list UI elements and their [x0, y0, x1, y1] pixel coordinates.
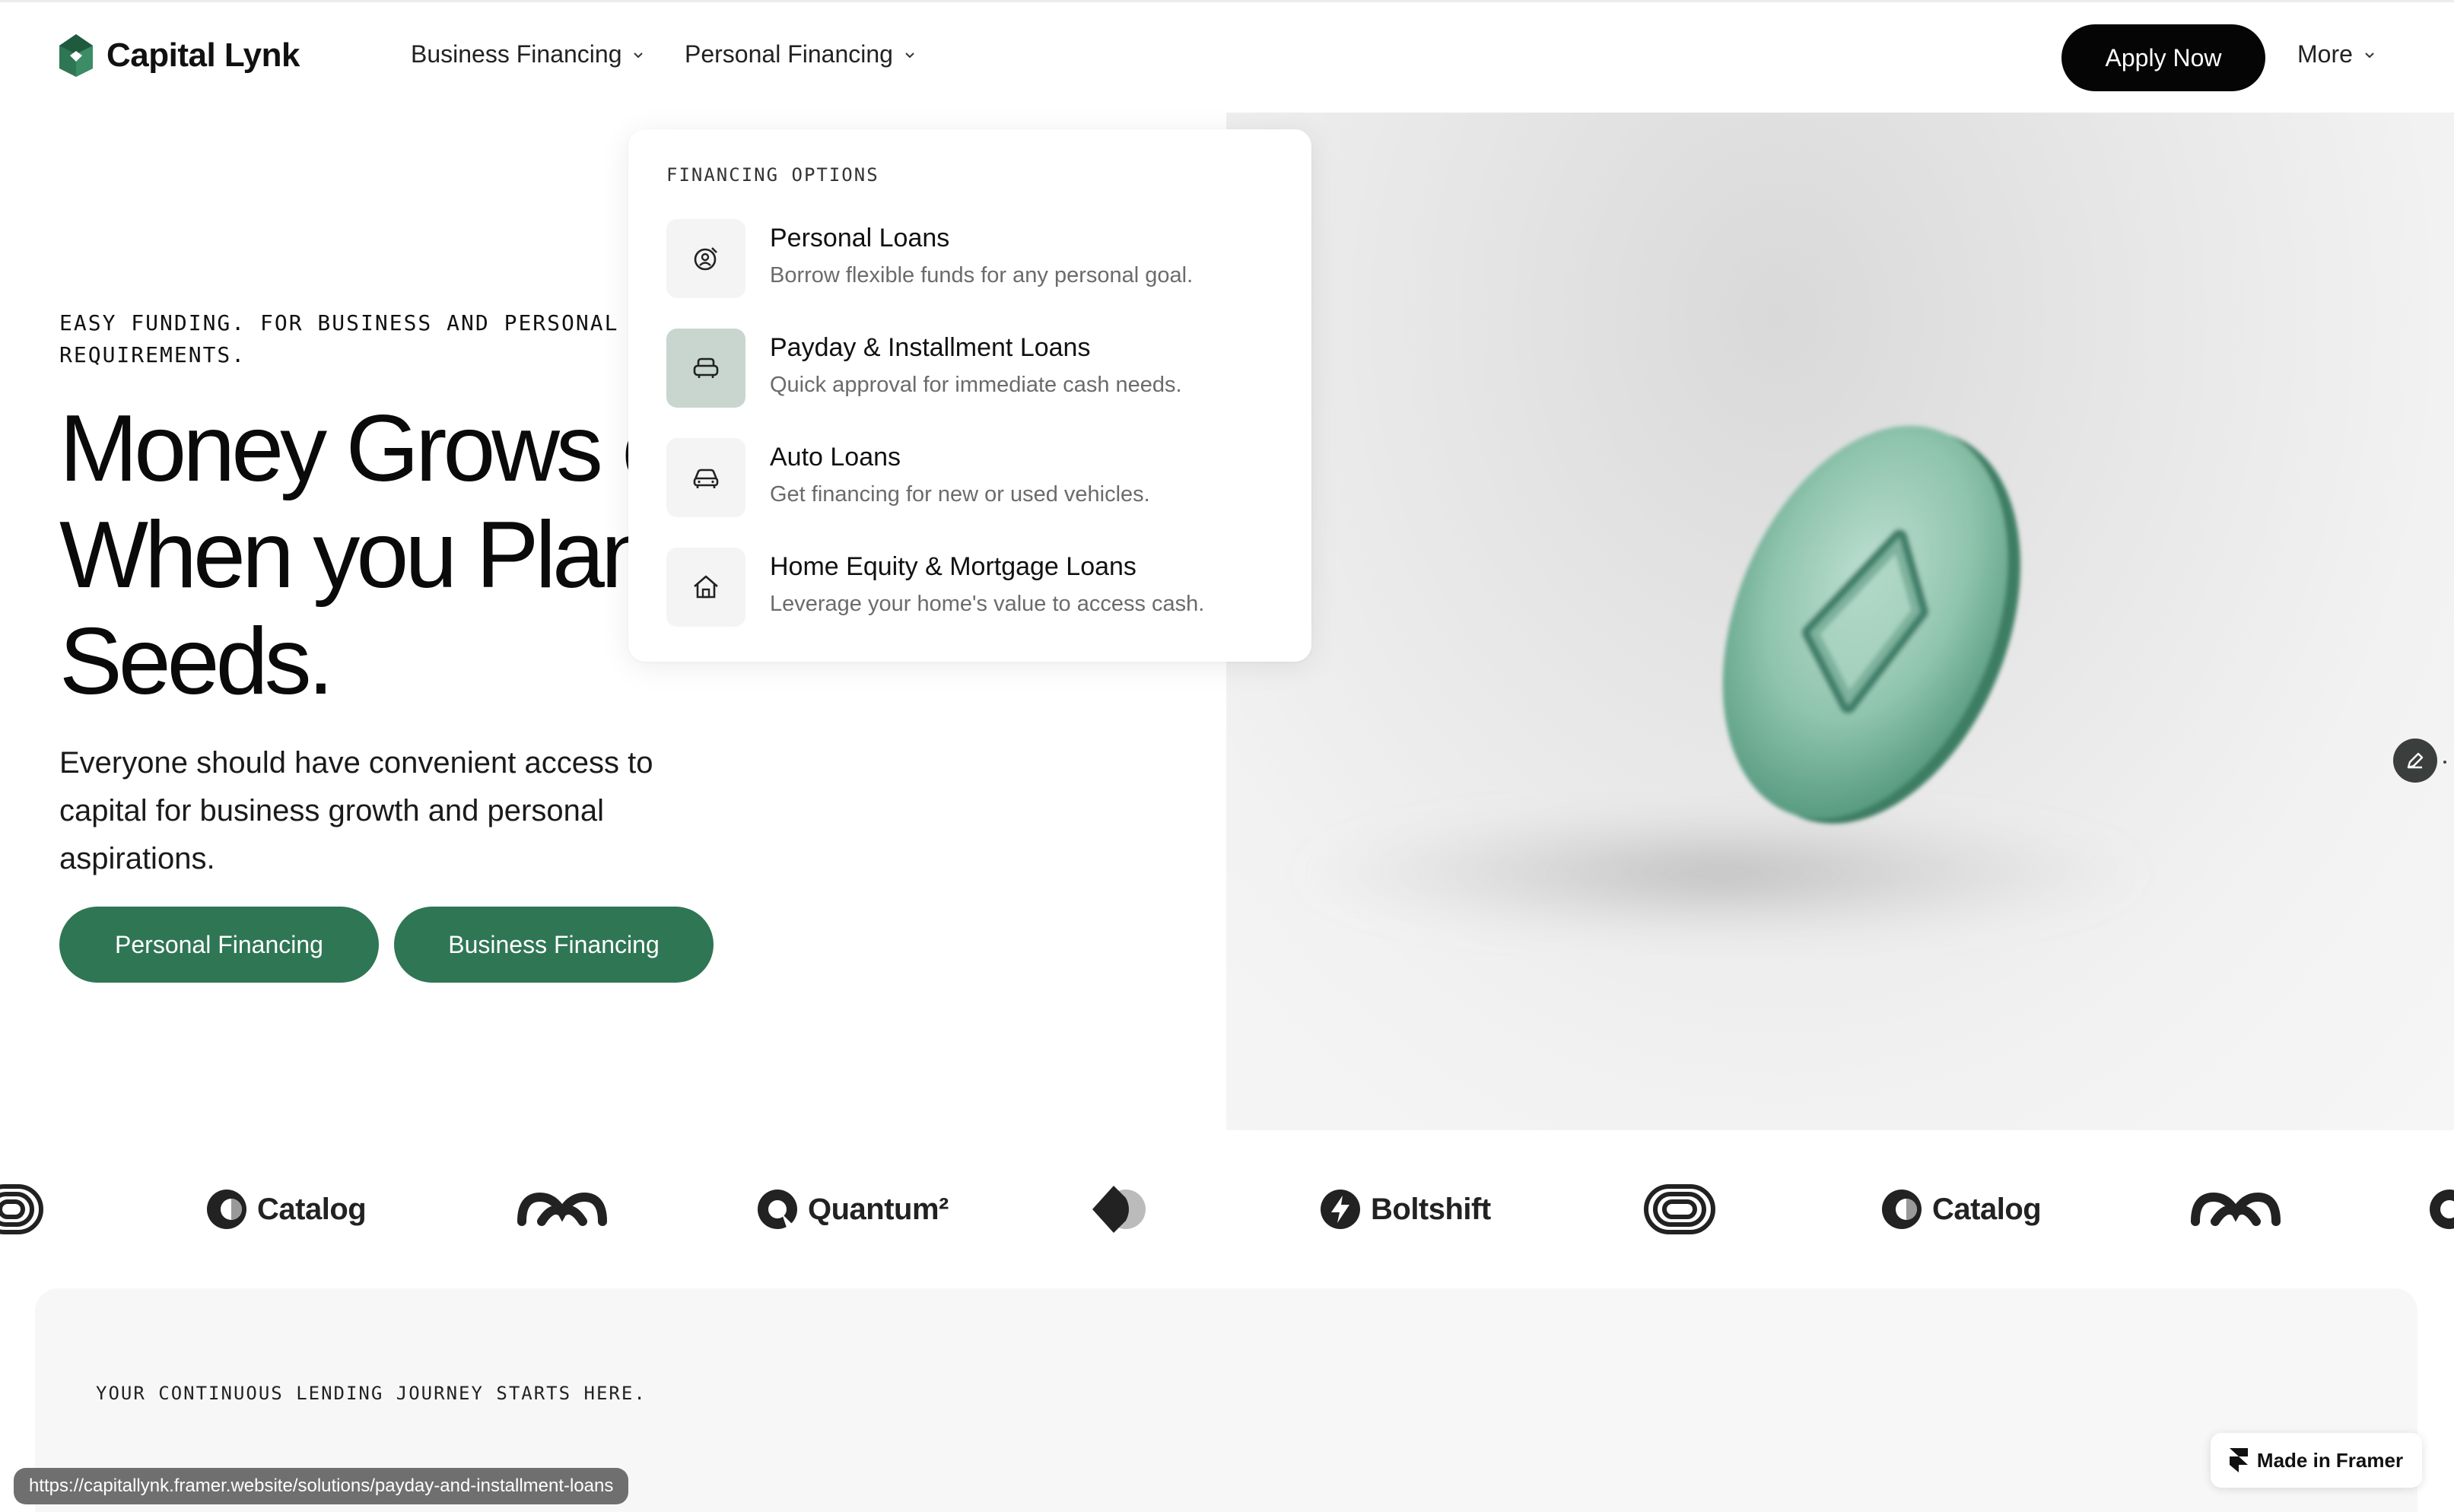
home-icon [694, 575, 718, 599]
bolt-logo-icon [1321, 1190, 1360, 1229]
dropdown-item-title: Auto Loans [770, 443, 901, 472]
dropdown-heading: FINANCING OPTIONS [666, 164, 879, 186]
dropdown-item-title: Payday & Installment Loans [770, 333, 1091, 362]
framer-badge-label: Made in Framer [2256, 1448, 2404, 1472]
partner-logo-boltshift: Boltshift [1319, 1164, 1491, 1255]
dropdown-item-personal-loans[interactable]: Personal Loans Borrow flexible funds for… [666, 216, 1275, 300]
brand-name: Capital Lynk [106, 37, 300, 74]
chevron-down-icon [905, 52, 914, 58]
dropdown-item-subtitle: Quick approval for immediate cash needs. [770, 373, 1182, 397]
partner-logo [2428, 1164, 2454, 1255]
partner-logo-catalog: Catalog [1880, 1164, 2042, 1255]
dropdown-item-title: Personal Loans [770, 224, 950, 253]
infinity-links-logo-icon [2191, 1192, 2281, 1226]
quantum-logo-icon [2430, 1190, 2454, 1229]
dropdown-item-icon-box [666, 548, 745, 627]
dropdown-item-title: Home Equity & Mortgage Loans [770, 552, 1136, 581]
nav-personal-financing-label: Personal Financing [685, 40, 893, 68]
partner-logo-strip: Catalog Quantum² Boltshift Catalog [0, 1164, 2454, 1255]
armchair-icon [693, 357, 719, 378]
partner-logo [1642, 1164, 1718, 1255]
target-user-icon [694, 247, 717, 271]
nav-personal-financing[interactable]: Personal Financing [685, 40, 917, 68]
partner-logo [2188, 1164, 2284, 1255]
status-url-preview: https://capitallynk.framer.website/solut… [14, 1468, 629, 1504]
dropdown-item-auto-loans[interactable]: Auto Loans Get financing for new or used… [666, 435, 1275, 519]
car-icon [693, 469, 719, 488]
partner-logo-quantum: Quantum² [756, 1164, 949, 1255]
partner-logo [514, 1164, 610, 1255]
nav-more-label: More [2297, 40, 2353, 68]
dropdown-item-icon-box [666, 438, 745, 517]
hero-title-line-1: Money Grows on [59, 396, 637, 501]
dropdown-item-payday-installment-loans[interactable]: Payday & Installment Loans Quick approva… [666, 326, 1275, 409]
hero-eyebrow: EASY FUNDING. FOR BUSINESS AND PERSONAL … [59, 310, 619, 367]
quantum-logo-icon [758, 1190, 797, 1229]
hero-title-line-2: When you Plant [59, 503, 637, 608]
chevron-down-icon [2365, 52, 2374, 58]
concentric-loop-logo-icon [0, 1184, 43, 1234]
hero-title: Money Grows on When you Plant Seeds. [59, 395, 637, 715]
hero-description: Everyone should have convenient access t… [59, 746, 653, 875]
dropdown-item-subtitle: Get financing for new or used vehicles. [770, 482, 1150, 507]
overlapping-circles-logo-icon [1092, 1186, 1146, 1233]
infinity-links-logo-icon [517, 1192, 607, 1226]
green-coin-illustration [1295, 425, 2147, 942]
nav-business-financing[interactable]: Business Financing [411, 40, 646, 68]
partner-logo [1088, 1164, 1153, 1255]
dropdown-item-icon-box [666, 219, 745, 298]
catalog-logo-icon [207, 1190, 246, 1229]
partner-name: Catalog [1932, 1192, 2042, 1226]
nav-more[interactable]: More [2297, 40, 2377, 68]
dropdown-item-icon-box [666, 329, 745, 408]
partner-name: Catalog [257, 1192, 367, 1226]
partner-name: Quantum² [808, 1192, 949, 1226]
chevron-down-icon [634, 52, 644, 58]
dropdown-item-subtitle: Leverage your home's value to access cas… [770, 592, 1205, 616]
hero-title-line-3: Seeds. [59, 609, 334, 714]
brand-logo-link[interactable]: Capital Lynk [58, 33, 300, 78]
handle-dot [2443, 761, 2446, 764]
edit-button[interactable] [2393, 739, 2437, 783]
hero-coin-image [1226, 113, 2454, 1130]
personal-financing-button[interactable]: Personal Financing [59, 907, 379, 983]
framer-logo-icon [2229, 1448, 2248, 1472]
top-navigation: Capital Lynk Business Financing Personal… [0, 2, 2454, 112]
pencil-icon [2407, 752, 2424, 769]
partner-logo [0, 1164, 46, 1255]
made-in-framer-badge[interactable]: Made in Framer [2211, 1433, 2422, 1488]
dropdown-item-home-equity-mortgage-loans[interactable]: Home Equity & Mortgage Loans Leverage yo… [666, 545, 1275, 628]
capital-lynk-logo-icon [59, 34, 93, 77]
business-financing-button[interactable]: Business Financing [394, 907, 714, 983]
dropdown-item-subtitle: Borrow flexible funds for any personal g… [770, 263, 1194, 287]
concentric-loop-logo-icon [1644, 1184, 1715, 1234]
nav-business-financing-label: Business Financing [411, 40, 622, 68]
catalog-logo-icon [1882, 1190, 1922, 1229]
journey-eyebrow: YOUR CONTINUOUS LENDING JOURNEY STARTS H… [96, 1383, 647, 1404]
apply-now-button[interactable]: Apply Now [2061, 24, 2265, 91]
partner-logo-catalog: Catalog [205, 1164, 367, 1255]
partner-name: Boltshift [1371, 1192, 1491, 1226]
personal-financing-dropdown: FINANCING OPTIONS Personal Loans Borrow … [628, 129, 1311, 662]
